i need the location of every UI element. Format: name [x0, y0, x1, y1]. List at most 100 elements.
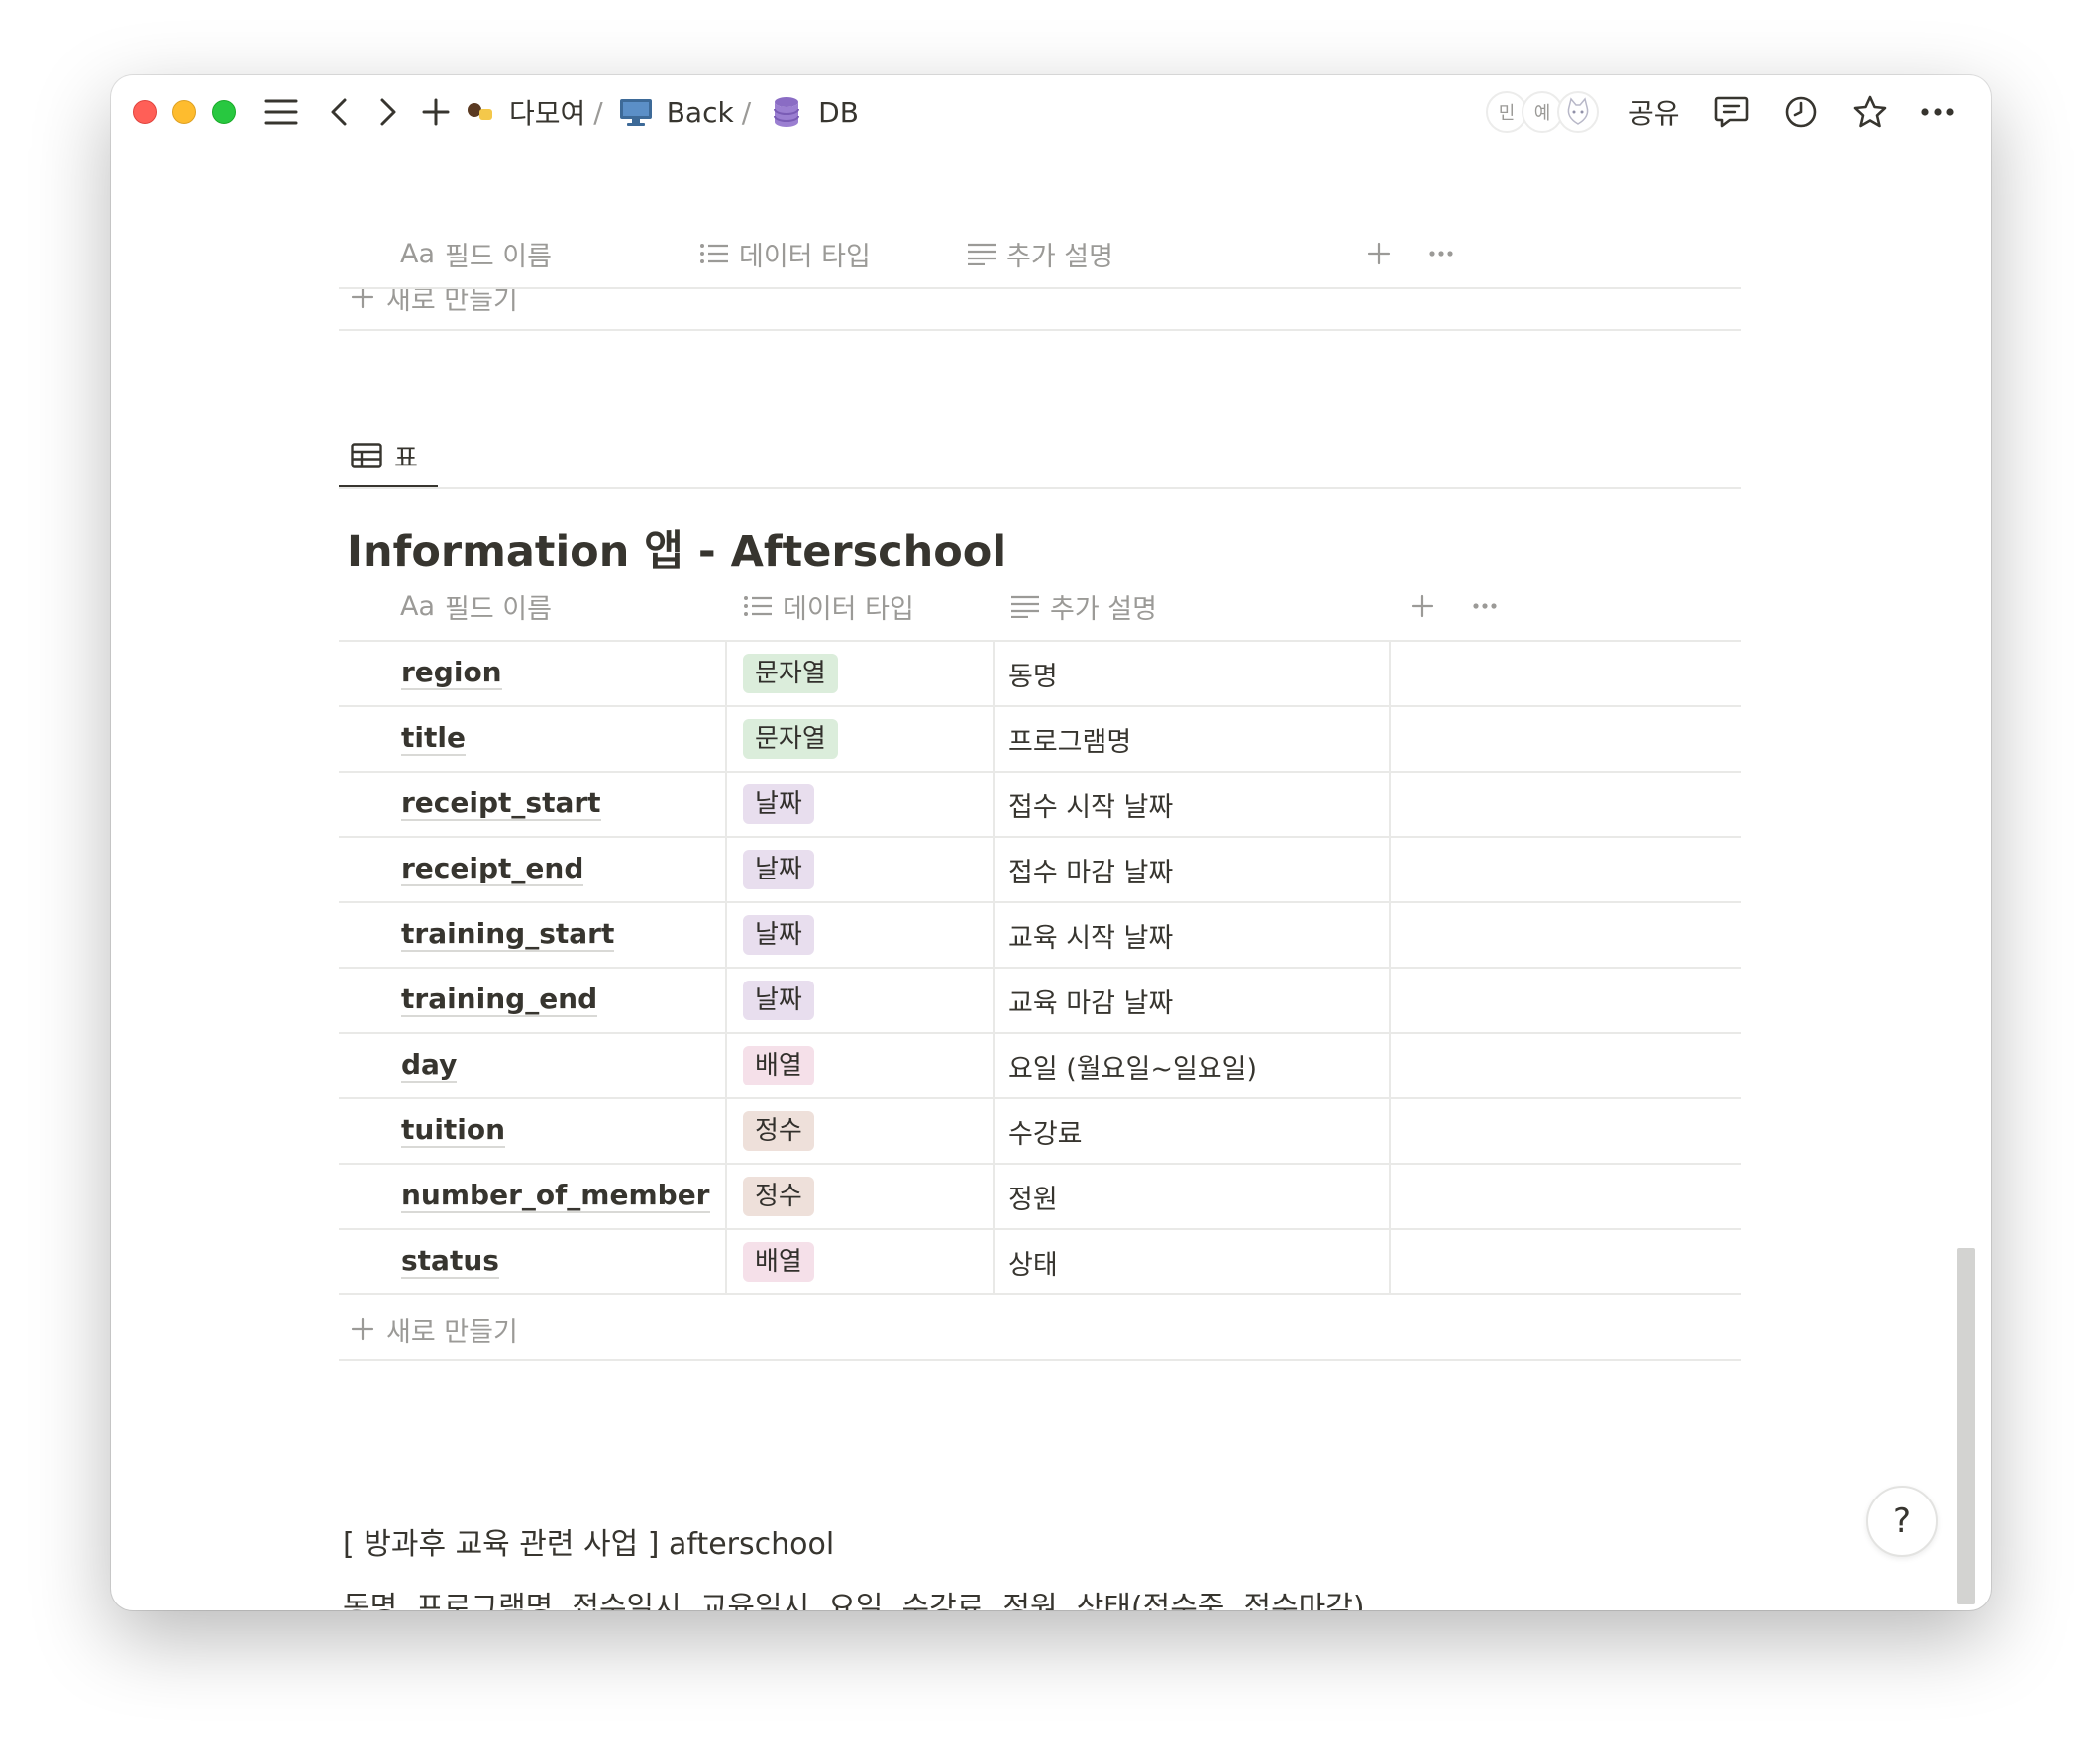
table-row[interactable]: receipt_end 날짜 접수 마감 날짜 [339, 838, 1741, 903]
column-header-name[interactable]: Aa 필드 이름 [400, 586, 552, 626]
type-tag: 문자열 [743, 653, 838, 694]
back-button[interactable] [319, 89, 359, 135]
data-type-cell[interactable]: 배열 [743, 1034, 814, 1097]
scrollbar-thumb[interactable] [1957, 1248, 1975, 1604]
plus-icon [1411, 594, 1434, 618]
star-icon [1853, 95, 1887, 128]
clock-icon [1785, 96, 1817, 128]
table-row[interactable]: training_end 날짜 교육 마감 날짜 [339, 969, 1741, 1034]
chevron-left-icon [331, 98, 347, 126]
data-type-cell[interactable]: 날짜 [743, 838, 814, 901]
more-horizontal-icon [1429, 251, 1453, 257]
field-name-cell[interactable]: day [401, 1034, 458, 1097]
table-row[interactable]: status 배열 상태 [339, 1230, 1741, 1295]
field-name-cell[interactable]: number_of_member [401, 1165, 710, 1228]
data-type-cell[interactable]: 문자열 [743, 642, 838, 705]
avatar[interactable] [1557, 91, 1599, 133]
favorite-button[interactable] [1848, 89, 1892, 135]
add-property-button[interactable] [1367, 234, 1391, 273]
forward-button[interactable] [368, 89, 408, 135]
title-bar: 다모여 / Back / DB 민 예 공유 [111, 75, 1991, 149]
table-row[interactable]: training_start 날짜 교육 시작 날짜 [339, 903, 1741, 969]
description-cell[interactable]: 상태 [1008, 1230, 1058, 1293]
type-tag: 배열 [743, 1045, 814, 1086]
breadcrumb-workspace[interactable]: 다모여 [466, 92, 585, 132]
field-name-cell[interactable]: title [401, 707, 466, 771]
table-row[interactable]: receipt_start 날짜 접수 시작 날짜 [339, 773, 1741, 838]
description-cell[interactable]: 요일 (월요일~일요일) [1008, 1034, 1257, 1097]
type-tag: 날짜 [743, 980, 814, 1021]
field-name-cell[interactable]: training_end [401, 969, 598, 1032]
plus-icon [351, 289, 374, 309]
data-type-cell[interactable]: 날짜 [743, 903, 814, 967]
previous-table-new-row-clip: 새로 만들기 [339, 289, 1741, 329]
maximize-window-button[interactable] [212, 100, 236, 124]
column-header-description[interactable]: 추가 설명 [967, 234, 1113, 273]
column-separator [993, 642, 995, 1295]
plus-icon [422, 98, 450, 126]
column-separator [1389, 642, 1391, 1295]
data-type-cell[interactable]: 배열 [743, 1230, 814, 1293]
view-tab-table[interactable]: 표 [351, 436, 418, 475]
description-cell[interactable]: 프로그램명 [1008, 707, 1131, 771]
hamburger-icon [264, 99, 298, 125]
table-options-button[interactable] [1428, 234, 1454, 273]
add-property-button[interactable] [1411, 586, 1434, 626]
sidebar-toggle-button[interactable] [262, 89, 301, 135]
database-title[interactable]: Information 앱 - Afterschool [347, 517, 1006, 578]
new-page-button[interactable] [416, 89, 456, 135]
data-type-cell[interactable]: 날짜 [743, 773, 814, 836]
chevron-right-icon [380, 98, 396, 126]
table-row[interactable]: number_of_member 정수 정원 [339, 1165, 1741, 1230]
share-button[interactable]: 공유 [1628, 91, 1680, 133]
column-header-type[interactable]: 데이터 타입 [699, 234, 871, 273]
column-separator [725, 642, 727, 1295]
more-options-button[interactable] [1916, 89, 1959, 135]
data-type-cell[interactable]: 정수 [743, 1099, 814, 1163]
description-cell[interactable]: 수강료 [1008, 1099, 1083, 1163]
comments-button[interactable] [1710, 89, 1753, 135]
description-cell[interactable]: 접수 마감 날짜 [1008, 838, 1173, 901]
field-name-cell[interactable]: region [401, 642, 502, 705]
field-name-cell[interactable]: tuition [401, 1099, 506, 1163]
data-type-cell[interactable]: 문자열 [743, 707, 838, 771]
breadcrumb-back[interactable]: Back [619, 96, 734, 129]
breadcrumb-db[interactable]: DB [773, 96, 859, 129]
description-cell[interactable]: 동명 [1008, 642, 1058, 705]
type-tag: 배열 [743, 1241, 814, 1283]
field-name-cell[interactable]: receipt_start [401, 773, 601, 836]
history-button[interactable] [1779, 89, 1823, 135]
table-row[interactable]: title 문자열 프로그램명 [339, 707, 1741, 773]
type-tag: 날짜 [743, 849, 814, 890]
workspace-logo-icon [468, 103, 492, 120]
description-cell[interactable]: 교육 시작 날짜 [1008, 903, 1173, 967]
column-header-name[interactable]: Aa 필드 이름 [400, 234, 552, 273]
column-header-description[interactable]: 추가 설명 [1010, 586, 1157, 626]
minimize-window-button[interactable] [172, 100, 196, 124]
description-cell[interactable]: 교육 마감 날짜 [1008, 969, 1173, 1032]
data-type-cell[interactable]: 날짜 [743, 969, 814, 1032]
more-horizontal-icon [1473, 603, 1497, 609]
paragraph-text[interactable]: [ 방과후 교육 관련 사업 ] afterschool [343, 1519, 834, 1563]
paragraph-text[interactable]: 동명, 프로그램명, 접수일시, 교육일시, 요일, 수강료, 정원, 상태(접… [343, 1583, 1365, 1610]
table-row[interactable]: day 배열 요일 (월요일~일요일) [339, 1034, 1741, 1099]
field-name-cell[interactable]: receipt_end [401, 838, 584, 901]
column-header-type[interactable]: 데이터 타입 [743, 586, 914, 626]
field-name-cell[interactable]: training_start [401, 903, 615, 967]
description-cell[interactable]: 접수 시작 날짜 [1008, 773, 1173, 836]
type-tag: 정수 [743, 1110, 814, 1152]
previous-table-new-row-button[interactable]: 새로 만들기 [351, 289, 518, 319]
new-row-button[interactable]: 새로 만들기 [351, 1307, 518, 1351]
help-button[interactable]: ? [1866, 1486, 1938, 1557]
comment-icon [1714, 96, 1749, 128]
database-icon [774, 97, 800, 127]
list-icon [700, 244, 728, 263]
table-row[interactable]: region 문자열 동명 [339, 642, 1741, 707]
description-cell[interactable]: 정원 [1008, 1165, 1058, 1228]
data-type-cell[interactable]: 정수 [743, 1165, 814, 1228]
computer-icon [619, 99, 652, 126]
table-options-button[interactable] [1472, 586, 1498, 626]
field-name-cell[interactable]: status [401, 1230, 499, 1293]
table-row[interactable]: tuition 정수 수강료 [339, 1099, 1741, 1165]
close-window-button[interactable] [133, 100, 157, 124]
